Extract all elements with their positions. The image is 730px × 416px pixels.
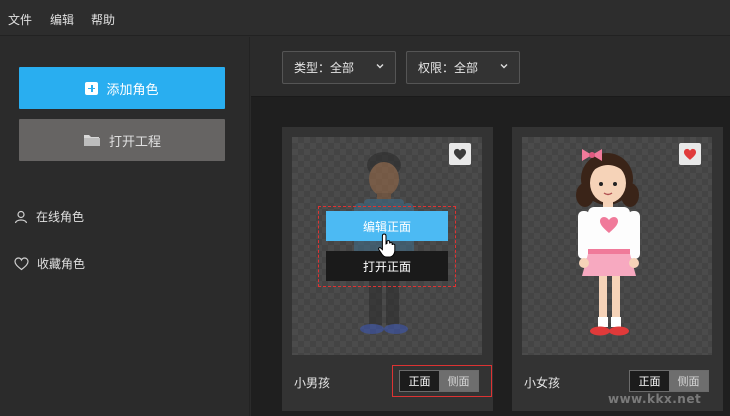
permission-filter-value: 权限：全部: [418, 61, 479, 75]
watermark: www.kkx.net: [608, 392, 702, 406]
view-toggle: 正面 侧面: [399, 370, 479, 392]
add-character-button[interactable]: 添加角色: [19, 67, 225, 109]
girl-character-image: [576, 149, 640, 336]
chevron-down-icon: [376, 64, 384, 69]
sidebar-item-online-characters[interactable]: 在线角色: [14, 208, 84, 225]
view-side-option[interactable]: 侧面: [669, 371, 708, 391]
open-front-label: 打开正面: [362, 259, 411, 274]
character-card-boy[interactable]: 编辑正面 打开正面 小男孩 正面 侧面: [282, 127, 493, 411]
add-character-label: 添加角色: [106, 82, 159, 98]
menu-file[interactable]: 文件: [8, 11, 32, 28]
main-panel: 类型：全部 权限：全部 编辑正面 打开正面 小男孩 正面 侧面 小女孩 正面 侧…: [251, 37, 730, 416]
character-thumbnail[interactable]: [522, 137, 712, 355]
character-name: 小男孩: [294, 376, 331, 390]
sidebar-item-label: 在线角色: [36, 210, 85, 224]
sidebar-item-favorite-characters[interactable]: 收藏角色: [14, 255, 85, 272]
folder-icon: [83, 135, 100, 146]
heart-icon: [453, 148, 467, 160]
hand-cursor-icon: [378, 233, 396, 258]
character-card-girl[interactable]: 小女孩 正面 侧面: [512, 127, 723, 411]
menu-edit[interactable]: 编辑: [50, 11, 74, 28]
plus-icon: [85, 81, 99, 95]
view-side-option[interactable]: 侧面: [439, 371, 478, 391]
view-front-option[interactable]: 正面: [400, 371, 439, 391]
favorite-toggle[interactable]: [449, 143, 471, 165]
menubar: 文件 编辑 帮助: [0, 0, 730, 36]
permission-filter-select[interactable]: 权限：全部: [406, 51, 520, 84]
character-name: 小女孩: [524, 376, 561, 390]
heart-icon: [683, 148, 697, 160]
sidebar-item-label: 收藏角色: [37, 257, 86, 271]
user-icon: [14, 210, 28, 223]
heart-outline-icon: [14, 256, 29, 270]
open-project-button[interactable]: 打开工程: [19, 119, 225, 161]
filter-bar: 类型：全部 权限：全部: [251, 37, 730, 97]
chevron-down-icon: [500, 64, 508, 69]
view-toggle: 正面 侧面: [629, 370, 709, 392]
type-filter-select[interactable]: 类型：全部: [282, 51, 396, 84]
view-front-option[interactable]: 正面: [630, 371, 669, 391]
open-project-label: 打开工程: [108, 134, 161, 150]
type-filter-value: 类型：全部: [294, 61, 355, 75]
sidebar: 添加角色 打开工程 在线角色 收藏角色: [0, 37, 250, 416]
menu-help[interactable]: 帮助: [91, 11, 115, 28]
favorite-toggle[interactable]: [679, 143, 701, 165]
